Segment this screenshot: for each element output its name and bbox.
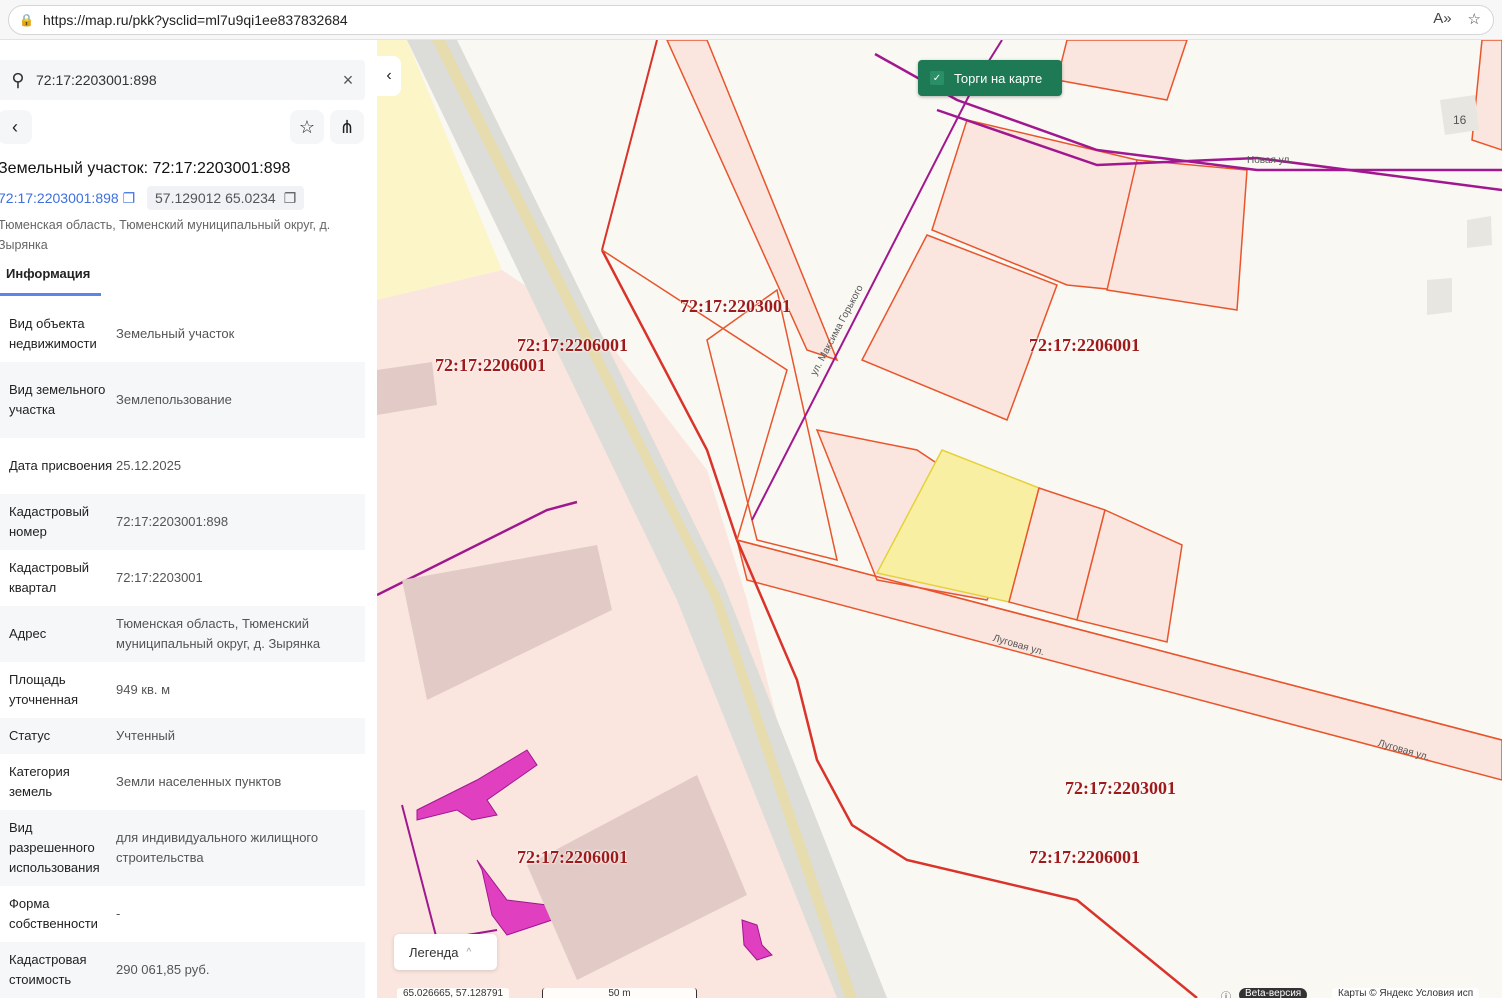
cad-number[interactable]: 72:17:2203001:898 — [0, 190, 119, 206]
cursor-coordinates: 65.026665, 57.128791 — [397, 988, 510, 998]
info-icon[interactable]: ⓘ — [1215, 988, 1237, 998]
quarter-border — [601, 40, 658, 251]
info-key: Кадастровый номер — [9, 504, 90, 539]
url-field[interactable]: 🔒 https://map.ru/pkk?ysclid=ml7u9qi1ee83… — [8, 5, 1494, 35]
info-value: - — [116, 906, 121, 921]
info-key: Адрес — [9, 626, 47, 641]
check-icon: ✓ — [930, 71, 944, 85]
copyright[interactable]: Карты © Яндекс Условия исп — [1332, 988, 1480, 998]
object-address: Тюменская область, Тюменский муниципальн… — [0, 218, 331, 252]
info-key: Вид земельного участка — [9, 382, 106, 417]
info-key: Кадастровый квартал — [9, 560, 90, 595]
info-row: Вид разрешенного использования для индиви… — [0, 810, 365, 886]
info-value: 72:17:2203001:898 — [116, 514, 229, 529]
back-button[interactable]: ‹ — [0, 110, 32, 144]
info-key: Статус — [9, 728, 51, 743]
search-icon: ⚲ — [11, 69, 25, 90]
info-row: Форма собственности - — [0, 886, 365, 942]
info-value: Землепользование — [116, 392, 232, 407]
beta-badge: Beta-версия — [1239, 988, 1308, 998]
torgi-label: Торги на карте — [954, 70, 1043, 86]
favorite-button[interactable]: ☆ — [290, 110, 324, 144]
info-value: Учтенный — [116, 728, 176, 743]
parcel — [1471, 40, 1502, 151]
info-value: 72:17:2203001 — [116, 570, 203, 585]
quarter-label: 72:17:2203001 — [680, 296, 791, 316]
info-value: 949 кв. м — [116, 682, 171, 697]
lock-icon: 🔒 — [19, 13, 34, 27]
info-row: Дата присвоения 25.12.2025 — [0, 438, 365, 494]
quarter-label: 72:17:2206001 — [1029, 335, 1140, 355]
house — [1427, 278, 1452, 315]
info-row: Статус Учтенный — [0, 718, 365, 754]
search-bar[interactable]: ⚲ 72:17:2203001:898 × — [0, 60, 365, 100]
star-icon[interactable]: ☆ — [1468, 10, 1481, 28]
info-key: Кадастровая стоимость — [9, 952, 87, 987]
house — [1467, 216, 1492, 248]
info-row: Вид земельного участка Землепользование — [0, 362, 365, 438]
collapse-panel-button[interactable]: ‹ — [377, 56, 401, 96]
read-aloud-icon[interactable]: A» — [1433, 10, 1451, 28]
info-row: Кадастровый номер 72:17:2203001:898 — [0, 494, 365, 550]
info-row: Кадастровая стоимость 290 061,85 руб. — [0, 942, 365, 998]
info-key: Площадь уточненная — [9, 672, 79, 707]
browser-address-bar: 🔒 https://map.ru/pkk?ysclid=ml7u9qi1ee83… — [0, 0, 1502, 40]
url-text: https://map.ru/pkk?ysclid=ml7u9qi1ee8378… — [43, 12, 348, 28]
share-button[interactable]: ⋔ — [330, 110, 364, 144]
quarter-label: 72:17:2206001 — [1029, 847, 1140, 867]
tab-information[interactable]: Информация — [0, 266, 101, 296]
map[interactable]: 72:17:2203001 72:17:2206001 72:17:220600… — [377, 40, 1502, 998]
info-key: Дата присвоения — [9, 458, 113, 473]
search-input[interactable]: 72:17:2203001:898 — [36, 72, 331, 88]
quarter-label: 72:17:2206001 — [517, 335, 628, 355]
coordinates: 57.129012 65.0234 — [155, 190, 276, 206]
info-key: Категория земель — [9, 764, 70, 799]
scale-bar: 50 m — [542, 988, 697, 998]
torgi-toggle[interactable]: ✓ Торги на карте — [918, 60, 1062, 96]
info-value: 25.12.2025 — [116, 458, 182, 473]
cad-number-link[interactable]: 72:17:2203001:898 ❐ — [0, 190, 135, 207]
info-table: Вид объекта недвижимости Земельный участо… — [0, 306, 365, 998]
chevron-up-icon: ^ — [466, 946, 472, 958]
info-value: Земельный участок — [116, 326, 235, 341]
info-value: 290 061,85 руб. — [116, 962, 210, 977]
quarter-label: 72:17:2203001 — [1065, 778, 1176, 798]
parcel — [1056, 40, 1188, 101]
house-number: 16 — [1453, 113, 1467, 127]
info-row: Площадь уточненная 949 кв. м — [0, 662, 365, 718]
copy-icon[interactable]: ❐ — [284, 190, 297, 207]
info-row: Вид объекта недвижимости Земельный участо… — [0, 306, 365, 362]
street-label: Новая ул. — [1247, 155, 1293, 166]
quarter-label: 72:17:2206001 — [517, 847, 628, 867]
info-key: Вид разрешенного использования — [9, 820, 100, 875]
info-row: Адрес Тюменская область, Тюменский муници… — [0, 606, 365, 662]
coordinates-chip[interactable]: 57.129012 65.0234 ❐ — [147, 186, 305, 210]
clear-icon[interactable]: × — [331, 70, 365, 91]
legend-button[interactable]: Легенда ^ — [394, 934, 497, 970]
info-value: Тюменская область, Тюменский муниципальн… — [116, 616, 321, 651]
info-key: Форма собственности — [9, 896, 98, 931]
info-panel: ⚲ 72:17:2203001:898 × ‹ ☆ ⋔ Земельный уч… — [0, 40, 377, 998]
info-row: Кадастровый квартал 72:17:2203001 — [0, 550, 365, 606]
info-value: Земли населенных пунктов — [116, 774, 282, 789]
object-title: Земельный участок: 72:17:2203001:898 — [0, 160, 291, 177]
copy-icon[interactable]: ❐ — [123, 190, 136, 206]
info-row: Категория земель Земли населенных пунктов — [0, 754, 365, 810]
legend-label: Легенда — [409, 944, 459, 960]
info-value: для индивидуального жилищного строительс… — [116, 830, 319, 865]
quarter-label: 72:17:2206001 — [435, 355, 546, 375]
info-key: Вид объекта недвижимости — [9, 316, 97, 351]
